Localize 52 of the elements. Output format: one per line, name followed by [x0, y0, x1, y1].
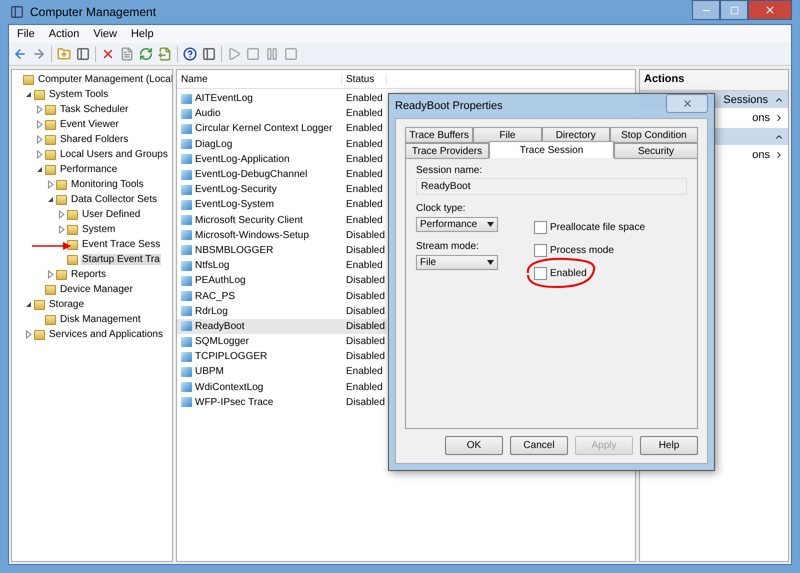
session-name: EventLog-Application	[195, 154, 290, 165]
session-name: Circular Kernel Context Logger	[195, 123, 332, 134]
session-status: Disabled	[346, 396, 385, 408]
session-name: TCPIPLOGGER	[195, 351, 268, 362]
window-title: Computer Management	[30, 5, 156, 19]
session-name: Microsoft Security Client	[195, 214, 303, 226]
session-status: Enabled	[346, 366, 383, 378]
session-name: EventLog-Security	[195, 184, 277, 196]
session-status: Enabled	[346, 382, 383, 393]
session-name: SQMLogger	[195, 336, 249, 348]
session-status: Disabled	[346, 275, 385, 286]
field-label: Session name:	[416, 165, 484, 176]
session-name: Audio	[195, 108, 221, 120]
session-status: Disabled	[346, 306, 385, 317]
session-name: EventLog-System	[195, 199, 274, 210]
session-status: Enabled	[346, 108, 383, 120]
session-status: Enabled	[346, 93, 383, 104]
session-name: WFP-IPsec Trace	[195, 396, 274, 408]
dialog-title: ReadyBoot Properties	[395, 100, 503, 112]
session-status: Enabled	[346, 123, 383, 134]
session-status: Enabled	[346, 184, 383, 196]
session-name: WdiContextLog	[195, 382, 264, 393]
session-status: Disabled	[346, 244, 385, 256]
session-name: RAC_PS	[195, 290, 236, 302]
section-title: Sessions	[723, 94, 768, 106]
session-status: Disabled	[346, 351, 385, 362]
session-name: NBSMBLOGGER	[195, 244, 274, 256]
session-name: RdrLog	[195, 306, 228, 317]
session-name: Microsoft-Windows-Setup	[195, 230, 309, 241]
field-label: Stream mode:	[416, 241, 480, 252]
session-name: ReadyBoot	[195, 320, 244, 332]
field-label: Clock type:	[416, 203, 466, 214]
checkbox-label: Process mode	[550, 244, 614, 256]
session-name: DiagLog	[195, 138, 232, 150]
session-status: Disabled	[346, 290, 385, 302]
session-status: Disabled	[346, 230, 385, 241]
session-name: EventLog-DebugChannel	[195, 169, 308, 180]
session-status: Disabled	[346, 320, 385, 332]
session-name: UBPM	[195, 366, 224, 378]
actions-title: Actions	[640, 70, 788, 91]
session-status: Enabled	[346, 154, 383, 165]
session-status: Enabled	[346, 199, 383, 210]
session-name: PEAuthLog	[195, 275, 246, 286]
session-status: Enabled	[346, 260, 383, 272]
checkbox-label: Enabled	[550, 268, 587, 278]
checkbox-label: Preallocate file space	[550, 222, 646, 232]
session-status: Enabled	[346, 169, 383, 180]
session-name: NtfsLog	[195, 260, 230, 272]
session-name: AITEventLog	[195, 93, 253, 104]
session-status: Disabled	[346, 336, 385, 348]
session-status: Enabled	[346, 138, 383, 150]
session-status: Enabled	[346, 214, 383, 226]
